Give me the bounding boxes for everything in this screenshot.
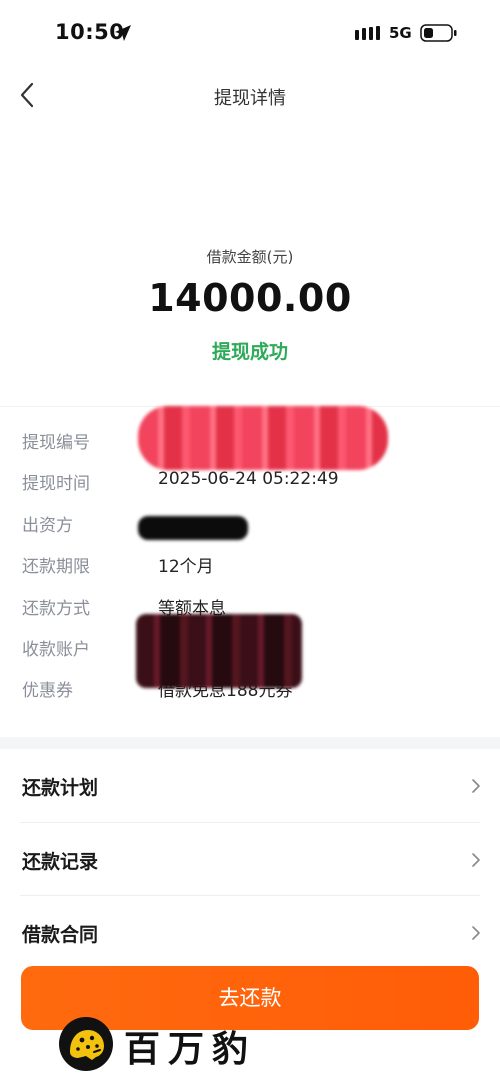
detail-row-funder: 出资方 <box>0 511 500 552</box>
detail-value: 2025-06-24 05:22:49 <box>158 469 339 490</box>
detail-row-repayment-term: 还款期限 12个月 <box>0 552 500 593</box>
chevron-right-icon <box>472 926 480 940</box>
chevron-right-icon <box>472 779 480 793</box>
menu-label: 借款合同 <box>22 924 99 946</box>
menu-item-loan-contract[interactable]: 借款合同 <box>20 895 480 968</box>
redaction-mark <box>136 614 302 688</box>
redaction-mark <box>138 406 388 470</box>
detail-label: 还款方式 <box>22 598 90 619</box>
signal-icon <box>355 26 380 40</box>
chevron-right-icon <box>472 853 480 867</box>
page-title: 提现详情 <box>214 88 286 109</box>
detail-label: 还款期限 <box>22 557 90 578</box>
withdrawal-status: 提现成功 <box>211 341 288 363</box>
amount-value: 14000.00 <box>148 276 352 320</box>
menu-label: 还款计划 <box>22 777 99 799</box>
withdrawal-detail-page: 10:50 5G 提现详情 借款金额(元) 14000.00 提现成功 提现编号 <box>0 0 500 1083</box>
section-separator <box>0 737 500 749</box>
location-arrow-icon <box>115 25 131 41</box>
amount-label: 借款金额(元) <box>206 248 294 266</box>
detail-label: 提现编号 <box>22 433 90 453</box>
status-bar: 10:50 5G <box>0 0 500 68</box>
menu-item-repayment-plan[interactable]: 还款计划 <box>0 749 500 822</box>
battery-icon <box>420 24 457 42</box>
watermark: 百万豹 <box>58 1014 298 1074</box>
menu-label: 还款记录 <box>22 851 99 873</box>
leopard-logo-icon <box>59 1017 113 1071</box>
detail-label: 优惠券 <box>22 681 73 702</box>
detail-value: 12个月 <box>158 557 214 578</box>
menu-item-repayment-record[interactable]: 还款记录 <box>20 822 480 895</box>
detail-label: 出资方 <box>22 515 73 536</box>
detail-row-withdrawal-time: 提现时间 2025-06-24 05:22:49 <box>0 469 500 510</box>
network-type: 5G <box>389 24 412 42</box>
detail-label: 提现时间 <box>22 474 90 495</box>
nav-bar: 提现详情 <box>0 68 500 124</box>
redaction-mark <box>138 516 248 540</box>
watermark-text: 百万豹 <box>124 1029 257 1070</box>
detail-label: 收款账户 <box>22 639 90 660</box>
menu-list: 还款计划 还款记录 借款合同 <box>0 749 500 968</box>
